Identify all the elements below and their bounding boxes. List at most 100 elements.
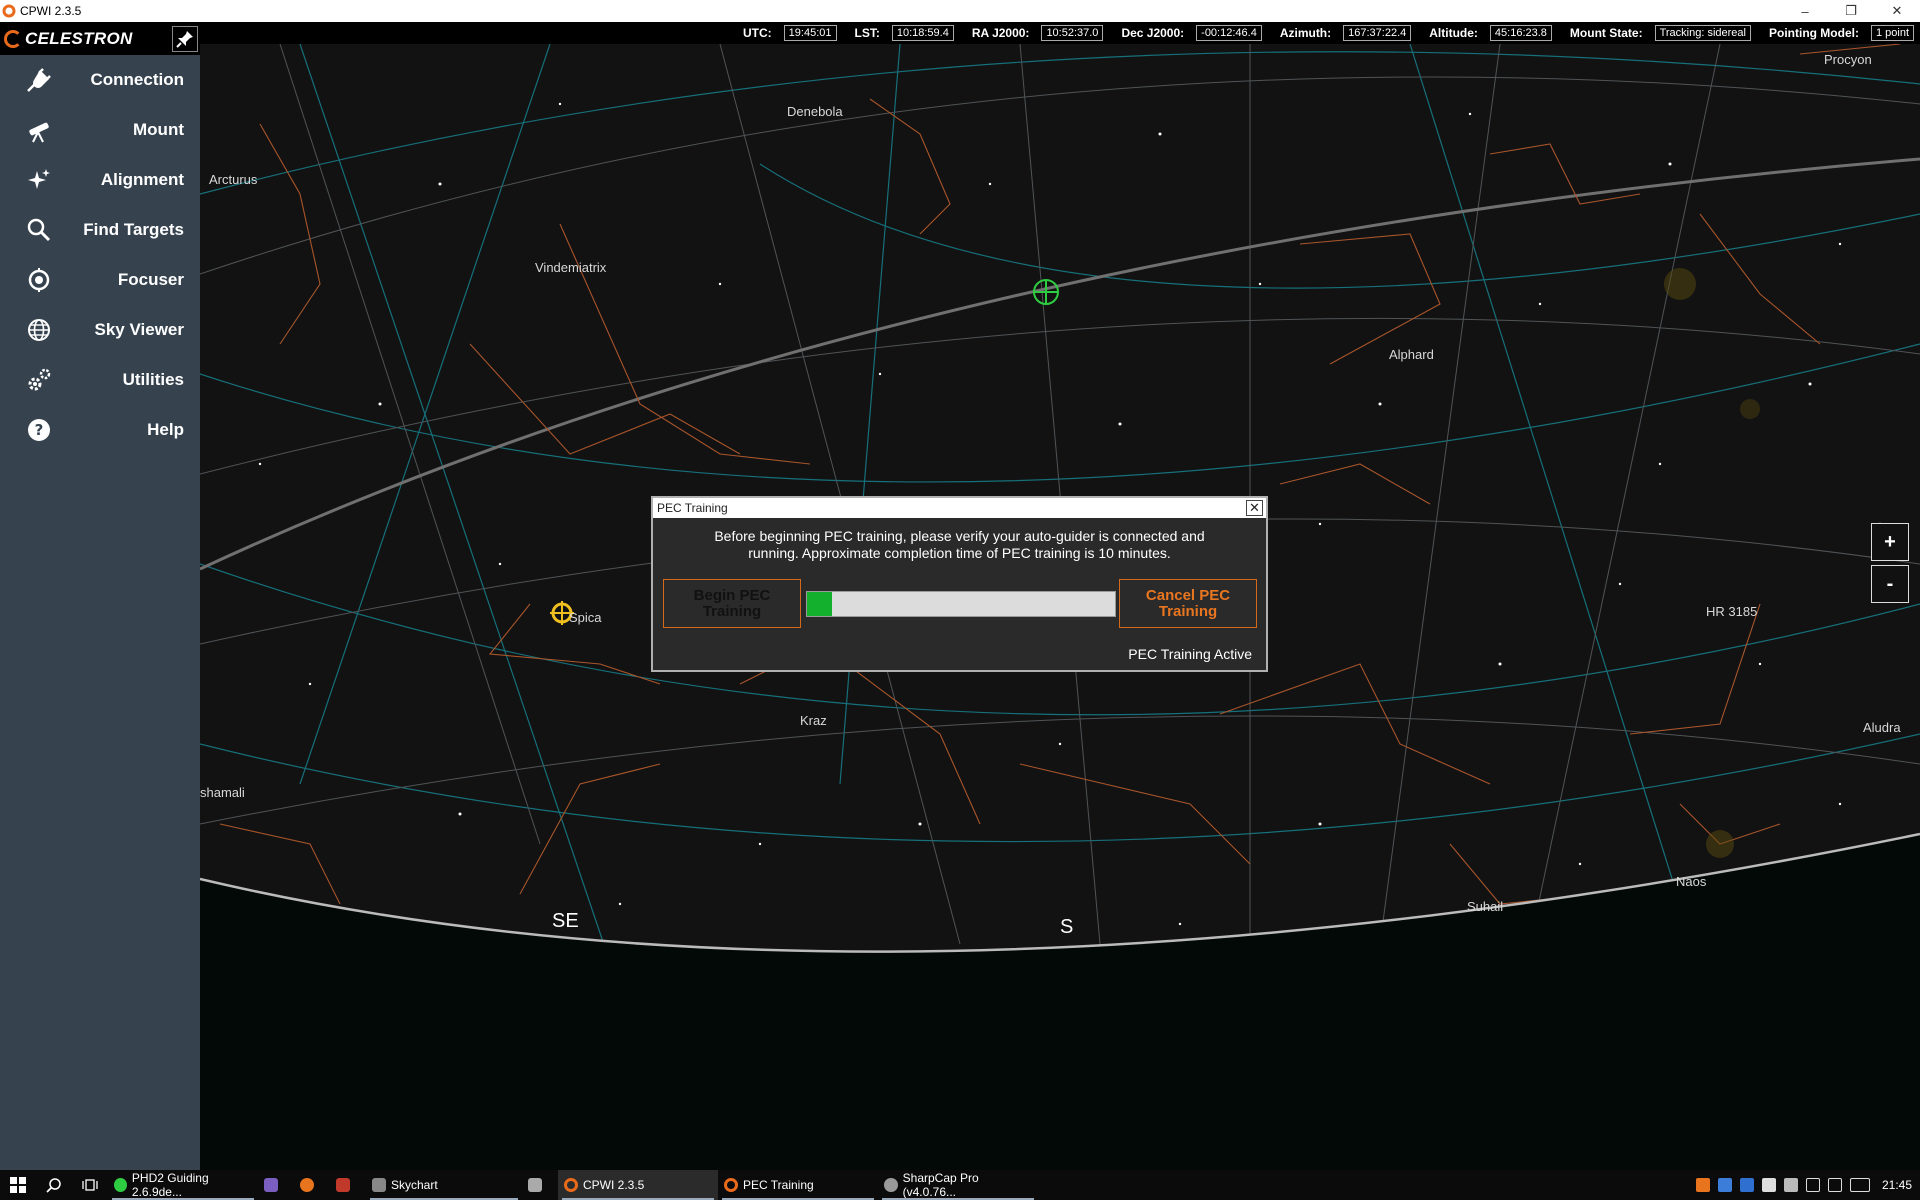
altitude-label: Altitude: [1429,26,1478,40]
sidebar-item-mount[interactable]: Mount [0,105,200,155]
sidebar-item-label: Utilities [122,370,184,389]
taskbar-app-asi[interactable] [330,1170,366,1200]
celestron-logo-mark [4,29,22,48]
sidebar-item-help[interactable]: ? Help [0,405,200,455]
pin-button[interactable] [172,25,198,52]
star-tool-icon [528,1178,542,1192]
security-icon[interactable] [1761,1178,1776,1192]
tray-network-app-icon[interactable] [1717,1178,1732,1192]
window-title: CPWI 2.3.5 [20,4,82,18]
task-view-icon [82,1179,98,1191]
plug-icon [27,68,51,92]
stellarium-icon [264,1178,278,1192]
pointing-model-value: 1 point [1870,25,1914,41]
mount-state-label: Mount State: [1569,26,1643,40]
mount-state-readout: Mount State: Tracking: sidereal [1570,25,1751,41]
star-label-shamali: shamali [200,785,245,800]
pin-icon [176,30,193,48]
brand-bar: CELESTRON [0,22,200,55]
dialog-message-line-2: running. Approximate completion time of … [748,545,1171,561]
altitude-value: 45:16:23.8 [1489,25,1552,41]
azimuth-label: Azimuth: [1279,26,1332,40]
sharpcap-icon [884,1178,898,1192]
star-label-procyon: Procyon [1824,52,1872,67]
taskbar-app-star-tool[interactable] [522,1170,558,1200]
crosshair-marker [1033,279,1059,305]
begin-pec-training-button[interactable]: Begin PEC Training [663,579,801,628]
bluetooth-icon[interactable] [1739,1178,1754,1192]
star-label-hr3185: HR 3185 [1706,604,1758,619]
wifi-icon[interactable] [1805,1178,1820,1192]
azimuth-readout: Azimuth: 167:37:22.4 [1279,25,1412,41]
dec-label: Dec J2000: [1121,26,1185,40]
zoom-out-button[interactable]: - [1871,565,1909,603]
asi-icon [336,1178,350,1192]
brand-name: CELESTRON [25,28,133,48]
globe-icon [28,319,50,341]
taskbar-app-sharpcap[interactable]: SharpCap Pro (v4.0.76... [878,1170,1038,1200]
maximize-button[interactable]: ❐ [1828,0,1874,22]
zoom-in-button[interactable]: + [1871,523,1909,561]
pointing-model-label: Pointing Model: [1768,26,1859,40]
taskbar-app-label: PHD2 Guiding 2.6.9de... [131,1171,209,1199]
start-button[interactable] [0,1170,36,1200]
volume-icon[interactable] [1827,1178,1842,1192]
sidebar-item-alignment[interactable]: Alignment [0,155,200,205]
telescope-status-bar: UTC: 19:45:01 LST: 10:18:59.4 RA J2000: 10:… [200,22,1920,44]
dec-value: -00:12:46.4 [1196,25,1262,41]
pec-training-icon [724,1178,738,1192]
sidebar-item-label: Find Targets [83,220,184,239]
sidebar-item-find-targets[interactable]: Find Targets [0,205,200,255]
windows-icon [10,1177,26,1193]
star-label-kraz: Kraz [800,713,827,728]
pointing-model-readout: Pointing Model: 1 point [1769,25,1914,41]
tray-app-icon[interactable] [1695,1178,1710,1192]
ra-label: RA J2000: [971,26,1030,40]
star-label-naos: Naos [1676,874,1707,889]
star-label-denebola: Denebola [787,104,843,119]
taskbar-app-cpwi[interactable]: CPWI 2.3.5 [558,1170,718,1200]
phd2-icon [114,1178,127,1192]
utc-readout: UTC: 19:45:01 [743,25,837,41]
star-label-arcturus: Arcturus [209,172,258,187]
search-icon [46,1178,61,1193]
dialog-close-button[interactable]: ✕ [1246,500,1263,516]
sidebar-item-label: Sky Viewer [94,320,184,339]
sidebar-item-label: Focuser [117,270,184,289]
taskbar-app-skychart[interactable]: Skychart [366,1170,522,1200]
star-label-vindemiatrix: Vindemiatrix [535,260,607,275]
sidebar-item-label: Help [147,420,184,439]
star-label-alphard: Alphard [1389,347,1434,362]
taskbar-clock[interactable]: 21:45 [1882,1178,1912,1192]
sidebar-item-connection[interactable]: Connection [0,55,200,105]
taskbar-app-pec-training[interactable]: PEC Training [718,1170,878,1200]
taskbar-app-phd2[interactable]: PHD2 Guiding 2.6.9de... [108,1170,258,1200]
window-titlebar: CPWI 2.3.5 – ❐ ✕ [0,0,1920,22]
pec-progress-bar [806,590,1116,617]
keyboard-icon[interactable] [1849,1178,1870,1192]
pec-progress-fill [807,591,832,616]
minimize-button[interactable]: – [1782,0,1828,22]
firefox-icon [300,1178,314,1192]
sidebar-item-sky-viewer[interactable]: Sky Viewer [0,305,200,355]
focus-icon [28,268,50,292]
taskbar-app-stellarium[interactable] [258,1170,294,1200]
sidebar-item-utilities[interactable]: Utilities [0,355,200,405]
close-window-button[interactable]: ✕ [1874,0,1920,22]
cancel-pec-training-button[interactable]: Cancel PEC Training [1119,579,1257,628]
sidebar-item-focuser[interactable]: Focuser [0,255,200,305]
cpwi-icon [564,1178,578,1192]
taskbar-app-label: Skychart [391,1178,438,1192]
compass-s: S [1060,916,1074,938]
task-view-button[interactable] [72,1170,108,1200]
onedrive-icon[interactable] [1783,1178,1798,1192]
pec-training-dialog: PEC Training ✕ Before beginning PEC trai… [651,496,1268,672]
sidebar: CELESTRON Connection Mount Alignment Fin… [0,22,200,1170]
taskbar-search-button[interactable] [36,1170,72,1200]
taskbar-app-firefox[interactable] [294,1170,330,1200]
windows-taskbar: PHD2 Guiding 2.6.9de... Skychart CPWI 2.… [0,1170,1920,1200]
pec-training-status: PEC Training Active [1128,646,1252,662]
sidebar-item-label: Alignment [100,170,184,189]
skychart-icon [372,1178,386,1192]
dialog-title: PEC Training [657,501,728,515]
